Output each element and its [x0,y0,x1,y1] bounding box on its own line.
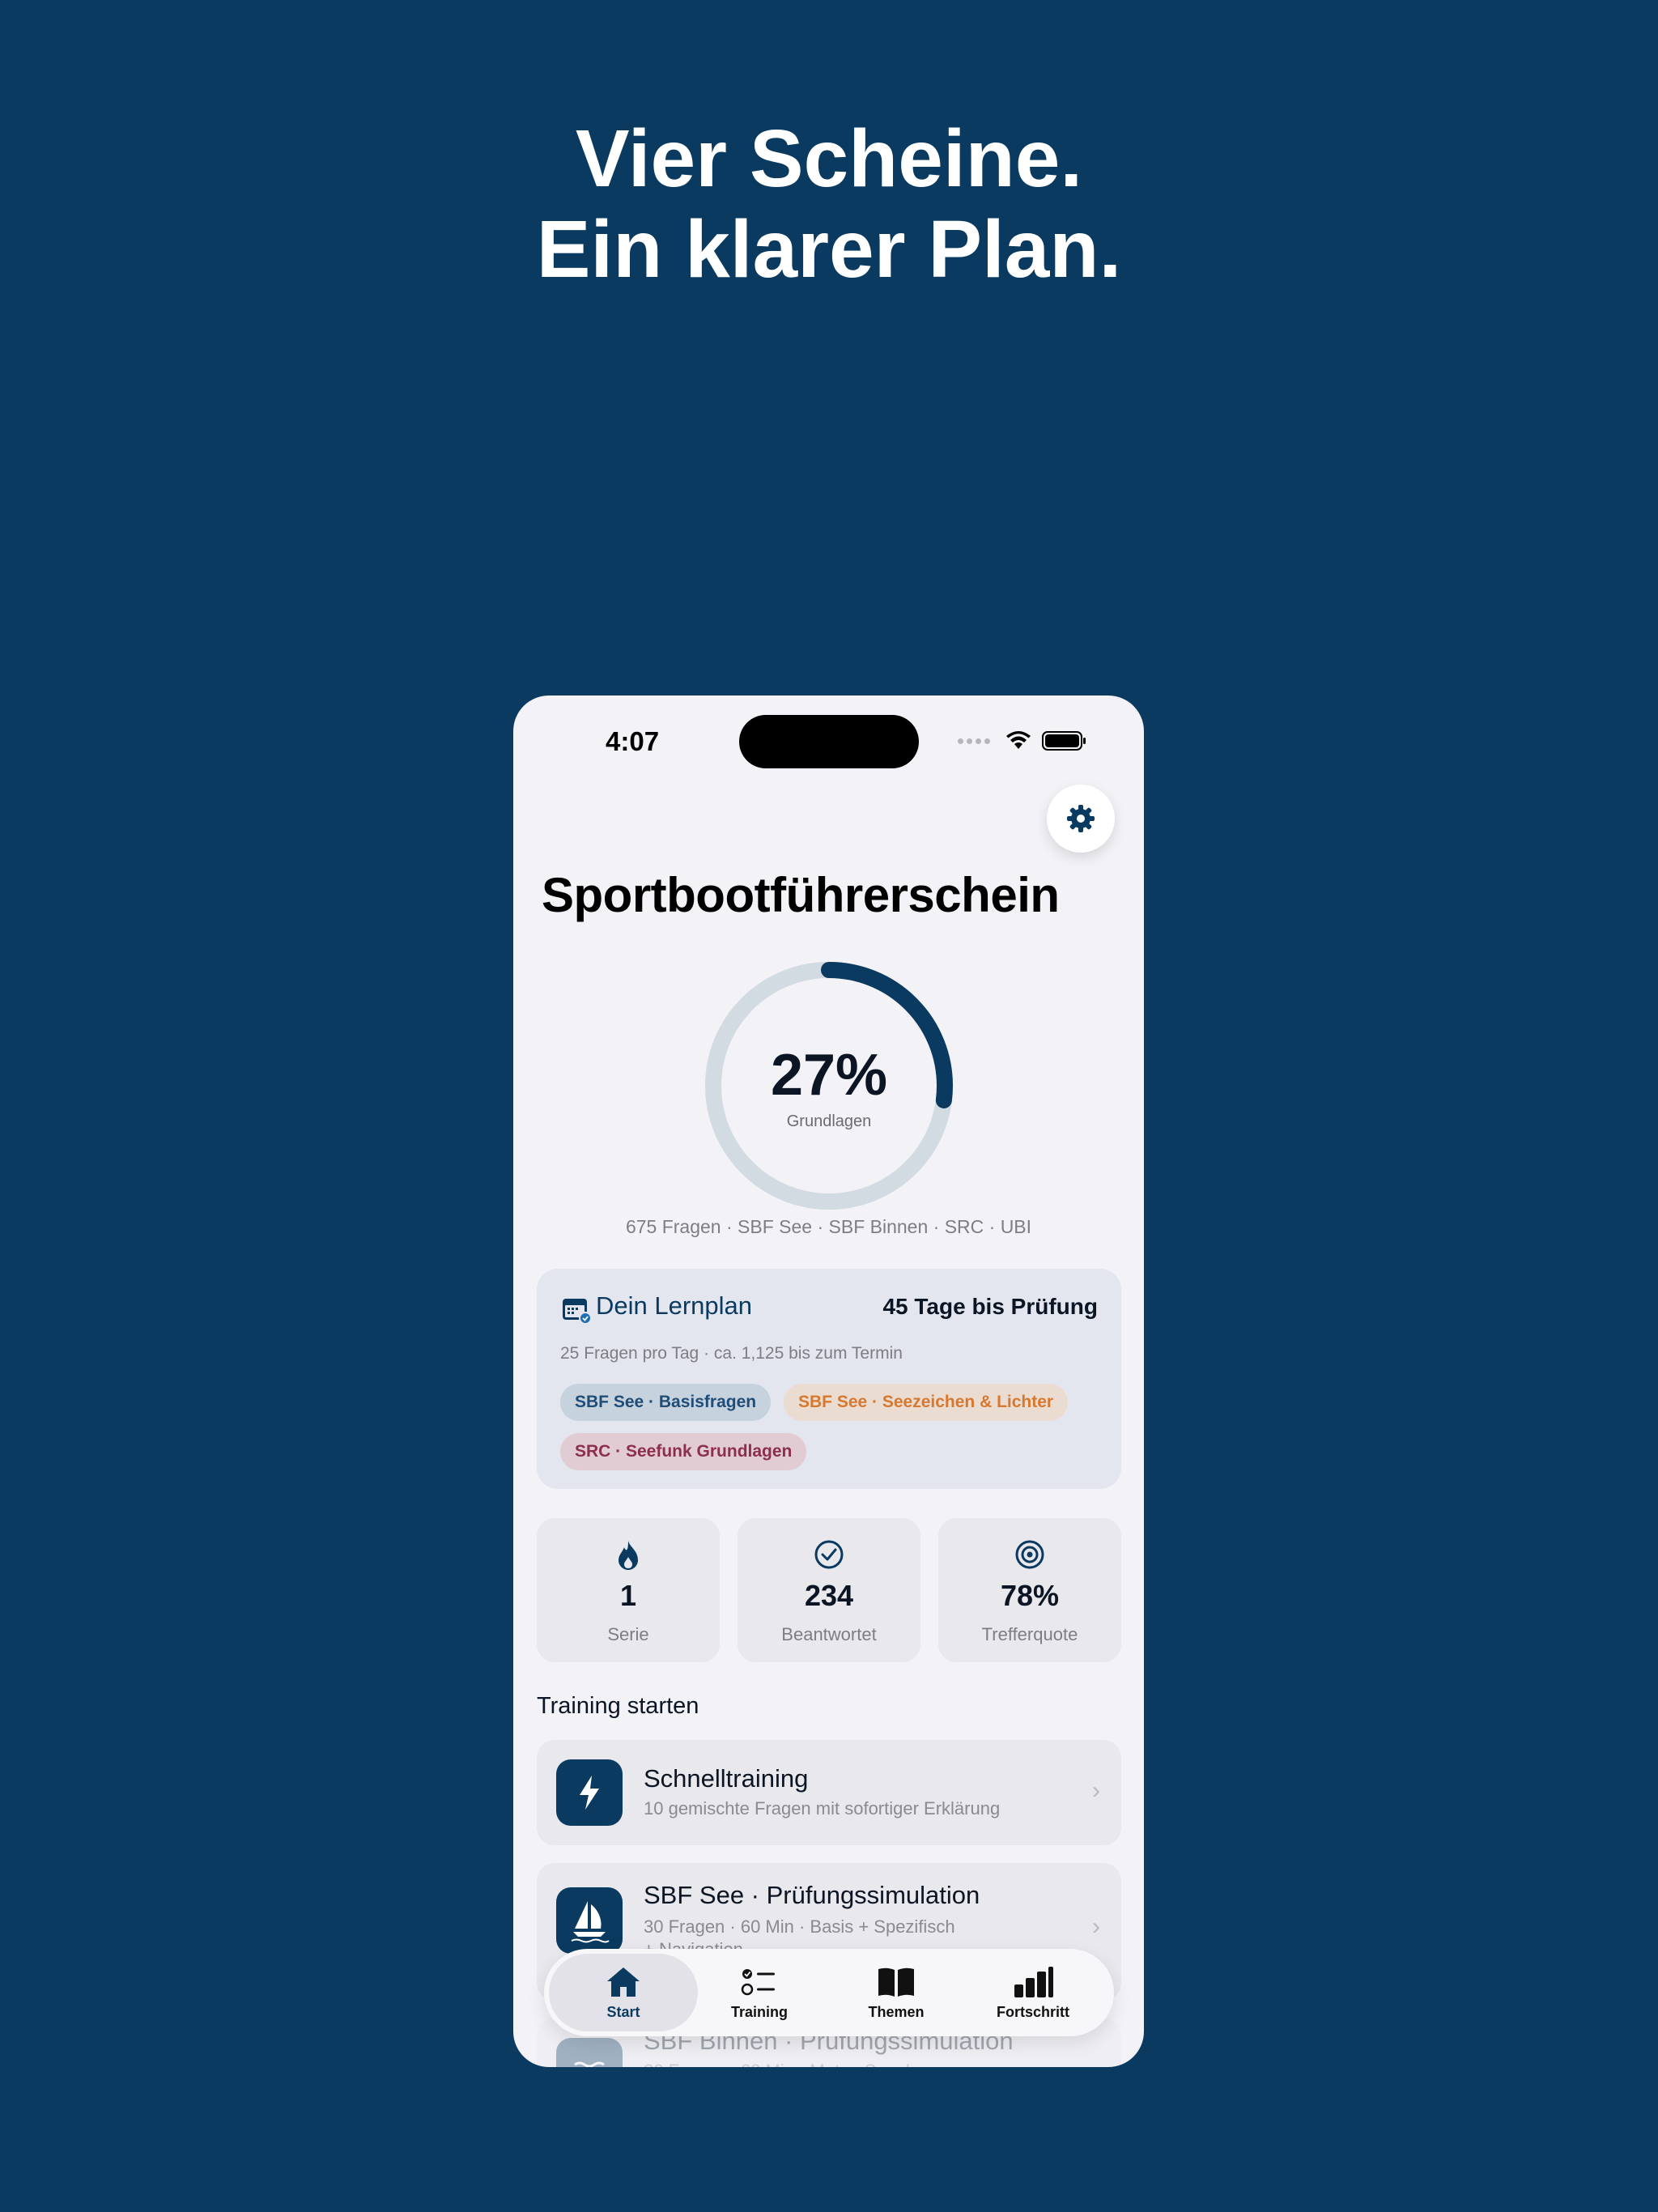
topic-chip-seefunk[interactable]: SRC · Seefunk Grundlagen [560,1433,807,1470]
stat-value: 234 [804,1579,854,1612]
lernplan-card[interactable]: Dein Lernplan 45 Tage bis Prüfung 25 Fra… [537,1269,1121,1489]
stat-value: 78% [1000,1579,1060,1612]
chevron-right-icon: › [1092,1913,1100,1940]
bar-chart-icon [1014,1967,1053,1997]
checklist-icon [741,1969,775,1996]
status-time: 4:07 [606,726,660,756]
stat-card-beantwortet: 234 Beantwortet [738,1518,920,1662]
phone-screen: 4:07 Sportbootführerschein 27% Grundlage… [513,696,1144,2067]
progress-label: Grundlagen [786,1112,872,1130]
waves-icon [574,2061,605,2067]
calendar-icon [563,1299,592,1325]
lightning-icon [580,1776,599,1810]
headline-line-1: Vier Scheine. [575,113,1083,204]
tab-label: Themen [868,2004,925,2020]
stat-card-trefferquote: 78% Trefferquote [938,1518,1121,1662]
tab-label: Start [606,2004,640,2020]
training-title: SBF See · Prüfungssimulation [644,1881,980,1909]
training-item-schnelltraining[interactable]: Schnelltraining 10 gemischte Fragen mit … [537,1740,1121,1845]
progress-percent: 27% [770,1043,888,1108]
battery-icon [1042,731,1086,751]
tab-training[interactable]: Training [685,1954,834,2031]
dynamic-island [739,715,919,768]
tab-bar: Start Training Themen Fortschritt [544,1949,1114,2036]
page-title: Sportbootführerschein [542,868,1060,922]
tab-label: Fortschritt [997,2004,1069,2020]
target-icon [1015,1540,1044,1569]
training-title: Schnelltraining [644,1764,809,1793]
topic-chip-seezeichen[interactable]: SBF See · Seezeichen & Lichter [784,1384,1069,1421]
tab-fortschritt[interactable]: Fortschritt [959,1954,1107,2031]
settings-button[interactable] [1047,785,1115,853]
training-subtitle: 30 Fragen · 60 Min · Basis + Spezifisch [644,1916,955,1937]
status-bar: 4:07 [513,696,1144,785]
flame-icon [619,1541,638,1570]
stat-label: Beantwortet [781,1624,877,1644]
marketing-headline: Vier Scheine. Ein klarer Plan. [0,113,1658,295]
lernplan-title: Dein Lernplan [596,1291,753,1320]
tab-label: Training [730,2004,788,2020]
progress-ring: 27% Grundlagen [704,961,954,1210]
signal-icon [958,738,990,744]
chevron-right-icon: › [1092,1777,1100,1804]
section-title-training: Training starten [537,1693,699,1719]
days-until-exam: 45 Tage bis Prüfung [882,1294,1098,1319]
book-icon [878,1967,914,1997]
training-icon-box [556,1887,623,1954]
tab-start[interactable]: Start [549,1954,698,2031]
stat-value: 1 [619,1579,637,1612]
training-icon-box [556,2038,623,2067]
sailboat-icon [571,1901,610,1943]
wifi-icon [1006,731,1031,749]
status-icons [958,730,1087,751]
topic-chip-basisfragen[interactable]: SBF See · Basisfragen [560,1384,772,1421]
training-icon-box [556,1759,623,1826]
checkmark-circle-icon [814,1540,844,1569]
stat-label: Serie [607,1624,649,1644]
headline-line-2: Ein klarer Plan. [536,204,1122,295]
training-subtitle: 10 gemischte Fragen mit sofortiger Erklä… [644,1798,1001,1819]
gear-icon [1067,805,1095,832]
tab-themen[interactable]: Themen [822,1954,971,2031]
stat-label: Trefferquote [981,1624,1078,1644]
house-icon [607,1967,640,1997]
lernplan-subtitle: 25 Fragen pro Tag · ca. 1,125 bis zum Te… [560,1344,903,1363]
exam-summary: 675 Fragen · SBF See · SBF Binnen · SRC … [625,1216,1032,1237]
stat-card-serie: 1 Serie [537,1518,720,1662]
training-subtitle: 30 Fragen · 60 Min · Motor, Segeln [644,2061,920,2067]
